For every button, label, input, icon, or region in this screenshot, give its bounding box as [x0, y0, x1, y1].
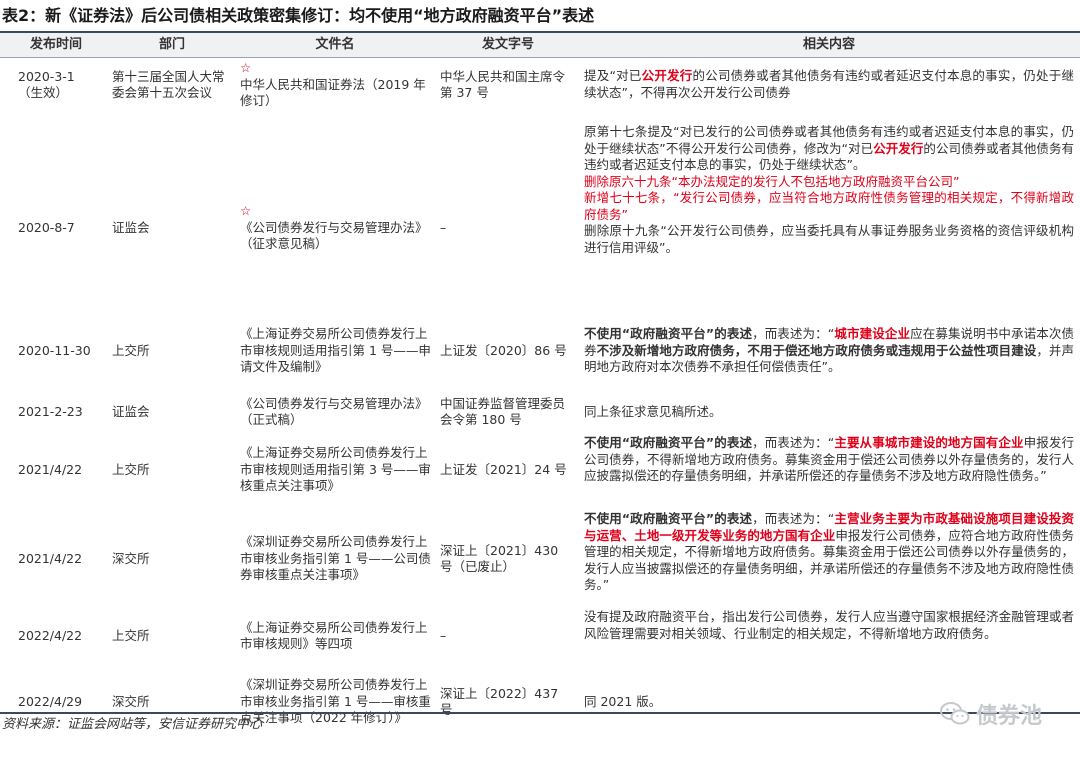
- row-date: 2022/4/22: [18, 627, 83, 643]
- star-icon: ☆: [240, 60, 252, 76]
- row-num: –: [440, 627, 447, 643]
- row-num: 深证上〔2021〕430 号（已废止）: [440, 542, 559, 575]
- row-num: 上证发〔2020〕86 号: [440, 342, 567, 358]
- row-dept: 第十三届全国人大常委会第十五次会议: [112, 68, 225, 101]
- row-doc: 《上海证券交易所公司债券发行上市审核规则适用指引第 1 号——申请文件及编制》: [240, 326, 431, 375]
- wechat-icon: [939, 702, 970, 725]
- header-date: 发布时间: [29, 37, 82, 52]
- row-num: 上证发〔2021〕24 号: [440, 461, 567, 477]
- header-doc: 文件名: [315, 37, 355, 52]
- table-header: 发布时间 部门 文件名 发文字号 相关内容: [0, 33, 1080, 58]
- row-dept: 证监会: [112, 403, 150, 419]
- row-doc: ☆ 中华人民共和国证券法（2019 年修订）: [240, 60, 432, 110]
- table-title: 表2：新《证券法》后公司债相关政策密集修订：均不使用“地方政府融资平台”表述: [2, 6, 595, 25]
- row-date: 2020-8-7: [18, 219, 75, 235]
- row-doc: 《公司债券发行与交易管理办法》（正式稿）: [240, 395, 428, 428]
- row-num: 深证上〔2022〕437 号: [440, 685, 559, 718]
- row-date: 2021-2-23: [18, 403, 83, 419]
- row-date: 2020-3-1 （生效）: [18, 68, 75, 101]
- source-note: 资料来源：证监会网站等，安信证券研究中心: [2, 717, 263, 732]
- row-content: 不使用“政府融资平台”的表述，而表述为：“主要从事城市建设的地方国有企业申报发行…: [584, 435, 1074, 483]
- header-content: 相关内容: [802, 37, 855, 52]
- watermark-text: 债券池: [975, 704, 1042, 729]
- row-doc: 《上海证券交易所公司债券发行上市审核规则适用指引第 3 号——审核重点关注事项》: [240, 445, 431, 494]
- doc-title: 中华人民共和国证券法（2019 年修订）: [240, 76, 426, 109]
- row-content: 同上条征求意见稿所述。: [584, 403, 722, 419]
- row-num: 中华人民共和国主席令第 37 号: [440, 68, 566, 101]
- row-content: 没有提及政府融资平台，指出发行公司债券，发行人应当遵守国家根据经济金融管理或者风…: [584, 609, 1074, 641]
- row-date: 2020-11-30: [18, 342, 91, 358]
- row-doc: ☆ 《公司债券发行与交易管理办法》（征求意见稿）: [240, 138, 432, 318]
- row-dept: 深交所: [112, 550, 150, 566]
- row-dept: 证监会: [112, 219, 150, 235]
- row-content: 提及“对已公开发行的公司债券或者其他债务有违约或者延迟支付本息的事实，仍处于继续…: [584, 68, 1074, 100]
- table-bottom-rule: [0, 712, 1080, 714]
- header-num: 发文字号: [481, 37, 534, 52]
- row-doc: 《上海证券交易所公司债券发行上市审核规则》等四项: [240, 619, 428, 652]
- table-body: 2020-3-1 （生效） 第十三届全国人大常委会第十五次会议 ☆ 中华人民共和国…: [0, 58, 1080, 738]
- row-num: 中国证券监督管理委员会令第 180 号: [440, 395, 566, 428]
- watermark: 债券池: [939, 698, 1042, 730]
- row-doc: 《深圳证券交易所公司债券发行上市审核业务指引第 1 号——公司债券审核重点关注事…: [240, 534, 431, 583]
- header-dept: 部门: [158, 37, 185, 52]
- row-content: 原第十七条提及“对已发行的公司债券或者其他债务有违约或者迟延支付本息的事实，仍处…: [584, 124, 1074, 255]
- row-doc: 《深圳证券交易所公司债券发行上市审核业务指引第 1 号——审核重点关注事项（20…: [240, 677, 431, 726]
- policy-table: 发布时间 部门 文件名 发文字号 相关内容 2020-3-1 （生效） 第十三届…: [0, 31, 1080, 738]
- row-content: 不使用“政府融资平台”的表述，而表述为：“城市建设企业应在募集说明书中承诺本次债…: [584, 326, 1074, 374]
- star-icon: ☆: [240, 203, 252, 219]
- row-num: –: [440, 219, 447, 235]
- row-date: 2021/4/22: [18, 461, 83, 477]
- row-dept: 上交所: [112, 342, 150, 358]
- row-date: 2021/4/22: [18, 550, 83, 566]
- row-dept: 上交所: [112, 461, 150, 477]
- row-dept: 上交所: [112, 627, 150, 643]
- doc-title: 《公司债券发行与交易管理办法》（征求意见稿）: [240, 219, 428, 252]
- row-content: 不使用“政府融资平台”的表述，而表述为：“主营业务主要为市政基础设施项目建设投资…: [584, 511, 1074, 592]
